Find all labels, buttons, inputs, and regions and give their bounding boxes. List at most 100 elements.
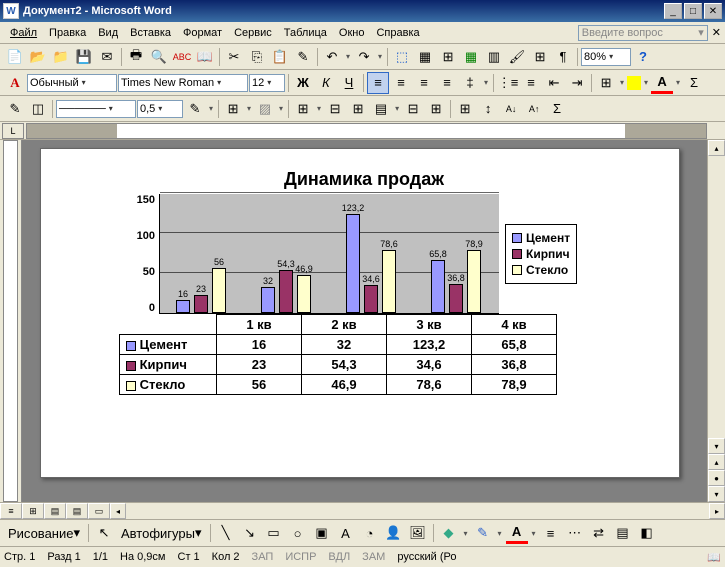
numbering-icon[interactable]: ⋮≡ [497, 72, 519, 94]
status-ovr[interactable]: ЗАМ [362, 551, 385, 563]
align-justify-icon[interactable]: ≡ [436, 72, 458, 94]
draw-table-icon[interactable]: ✎ [4, 98, 26, 120]
menu-view[interactable]: Вид [92, 25, 124, 41]
outline-view-icon[interactable]: ▤ [66, 503, 88, 519]
excel-icon[interactable]: ▦ [460, 46, 482, 68]
menu-tools[interactable]: Сервис [228, 25, 278, 41]
autoformat-icon[interactable]: ⊞ [454, 98, 476, 120]
help-icon[interactable]: ? [632, 46, 654, 68]
columns-icon[interactable]: ▥ [483, 46, 505, 68]
next-page-icon[interactable]: ▾ [708, 486, 725, 502]
document-viewport[interactable]: Динамика продаж 150 100 50 0 1623563254,… [22, 140, 707, 502]
shading-icon[interactable]: ▨ [254, 98, 276, 120]
maximize-button[interactable]: □ [684, 3, 702, 19]
spellcheck-icon[interactable]: ABC [171, 46, 193, 68]
undo-dropdown[interactable]: ▾ [344, 52, 352, 61]
line-style-combo[interactable]: ──────▾ [56, 100, 136, 118]
outside-border-icon[interactable]: ⊞ [222, 98, 244, 120]
align-cells-icon[interactable]: ▤ [370, 98, 392, 120]
cut-icon[interactable]: ✂ [223, 46, 245, 68]
research-icon[interactable]: 📖 [194, 46, 216, 68]
bold-button[interactable]: Ж [292, 72, 314, 94]
scroll-up-icon[interactable]: ▴ [708, 140, 725, 156]
menu-format[interactable]: Формат [177, 25, 228, 41]
sort-desc-icon[interactable]: A↑ [523, 98, 545, 120]
status-rec[interactable]: ЗАП [252, 551, 274, 563]
chart-object[interactable]: Динамика продаж 150 100 50 0 1623563254,… [119, 169, 609, 395]
status-lang[interactable]: русский (Ро [397, 551, 456, 563]
italic-button[interactable]: К [315, 72, 337, 94]
print-icon[interactable]: 🖶 [125, 46, 147, 68]
merge-cells-icon[interactable]: ⊟ [324, 98, 346, 120]
font-color-icon[interactable]: A [651, 72, 673, 94]
preview-icon[interactable]: 🔍 [148, 46, 170, 68]
border-color-icon[interactable]: ✎ [184, 98, 206, 120]
hyperlink-icon[interactable]: ⬚ [391, 46, 413, 68]
align-left-icon[interactable]: ≡ [367, 72, 389, 94]
align-center-icon[interactable]: ≡ [390, 72, 412, 94]
tab-selector[interactable]: L [2, 123, 24, 139]
reading-view-icon[interactable]: ▭ [88, 503, 110, 519]
sigma-icon[interactable]: Σ [683, 72, 705, 94]
drawing-icon[interactable]: 🖌 [506, 46, 528, 68]
print-view-icon[interactable]: ▤ [44, 503, 66, 519]
eraser-icon[interactable]: ◫ [27, 98, 49, 120]
format-painter-icon[interactable]: ✎ [292, 46, 314, 68]
distribute-cols-icon[interactable]: ⊞ [425, 98, 447, 120]
paste-icon[interactable]: 📋 [269, 46, 291, 68]
menu-edit[interactable]: Правка [43, 25, 92, 41]
align-right-icon[interactable]: ≡ [413, 72, 435, 94]
vertical-ruler[interactable] [0, 140, 22, 502]
vertical-scrollbar[interactable]: ▴ ▾ ▴ ● ▾ [707, 140, 725, 502]
style-combo[interactable]: Обычный▾ [27, 74, 117, 92]
style-pane-icon[interactable]: A [4, 72, 26, 94]
status-trk[interactable]: ИСПР [285, 551, 316, 563]
prev-page-icon[interactable]: ▴ [708, 454, 725, 470]
indent-dec-icon[interactable]: ⇤ [543, 72, 565, 94]
menu-file[interactable]: Файл [4, 25, 43, 41]
ask-question-box[interactable]: Введите вопрос▾ [578, 25, 708, 41]
save-icon[interactable]: 💾 [73, 46, 95, 68]
menu-table[interactable]: Таблица [278, 25, 333, 41]
indent-inc-icon[interactable]: ⇥ [566, 72, 588, 94]
redo-dropdown[interactable]: ▾ [376, 52, 384, 61]
insert-table-icon[interactable]: ⊞ [437, 46, 459, 68]
menu-window[interactable]: Окно [333, 25, 371, 41]
close-button[interactable]: ✕ [704, 3, 722, 19]
sort-asc-icon[interactable]: A↓ [500, 98, 522, 120]
normal-view-icon[interactable]: ≡ [0, 503, 22, 519]
minimize-button[interactable]: _ [664, 3, 682, 19]
scroll-left-icon[interactable]: ◂ [110, 503, 126, 519]
menu-help[interactable]: Справка [370, 25, 425, 41]
line-weight-combo[interactable]: 0,5▾ [137, 100, 183, 118]
line-spacing-icon[interactable]: ‡ [459, 72, 481, 94]
book-icon[interactable]: 📖 [707, 551, 721, 564]
borders-icon[interactable]: ⊞ [595, 72, 617, 94]
distribute-rows-icon[interactable]: ⊟ [402, 98, 424, 120]
web-view-icon[interactable]: ⊞ [22, 503, 44, 519]
text-direction-icon[interactable]: ↕ [477, 98, 499, 120]
autosum-icon[interactable]: Σ [546, 98, 568, 120]
insert-table-icon[interactable]: ⊞ [292, 98, 314, 120]
browse-object-icon[interactable]: ● [708, 470, 725, 486]
doc-map-icon[interactable]: ⊞ [529, 46, 551, 68]
split-cells-icon[interactable]: ⊞ [347, 98, 369, 120]
fontsize-combo[interactable]: 12▾ [249, 74, 285, 92]
zoom-combo[interactable]: 80%▾ [581, 48, 631, 66]
undo-icon[interactable]: ↶ [321, 46, 343, 68]
show-marks-icon[interactable]: ¶ [552, 46, 574, 68]
redo-icon[interactable]: ↷ [353, 46, 375, 68]
bullets-icon[interactable]: ≡ [520, 72, 542, 94]
new-doc-icon[interactable]: 📄 [4, 46, 26, 68]
tables-borders-icon[interactable]: ▦ [414, 46, 436, 68]
scroll-down-icon[interactable]: ▾ [708, 438, 725, 454]
underline-button[interactable]: Ч [338, 72, 360, 94]
scroll-right-icon[interactable]: ▸ [709, 503, 725, 519]
horizontal-scrollbar[interactable]: ≡ ⊞ ▤ ▤ ▭ ◂ ▸ [0, 502, 725, 520]
folder-icon[interactable]: 📁 [50, 46, 72, 68]
menu-insert[interactable]: Вставка [124, 25, 177, 41]
mail-icon[interactable]: ✉ [96, 46, 118, 68]
horizontal-ruler[interactable] [26, 123, 707, 139]
status-ext[interactable]: ВДЛ [328, 551, 350, 563]
font-combo[interactable]: Times New Roman▾ [118, 74, 248, 92]
